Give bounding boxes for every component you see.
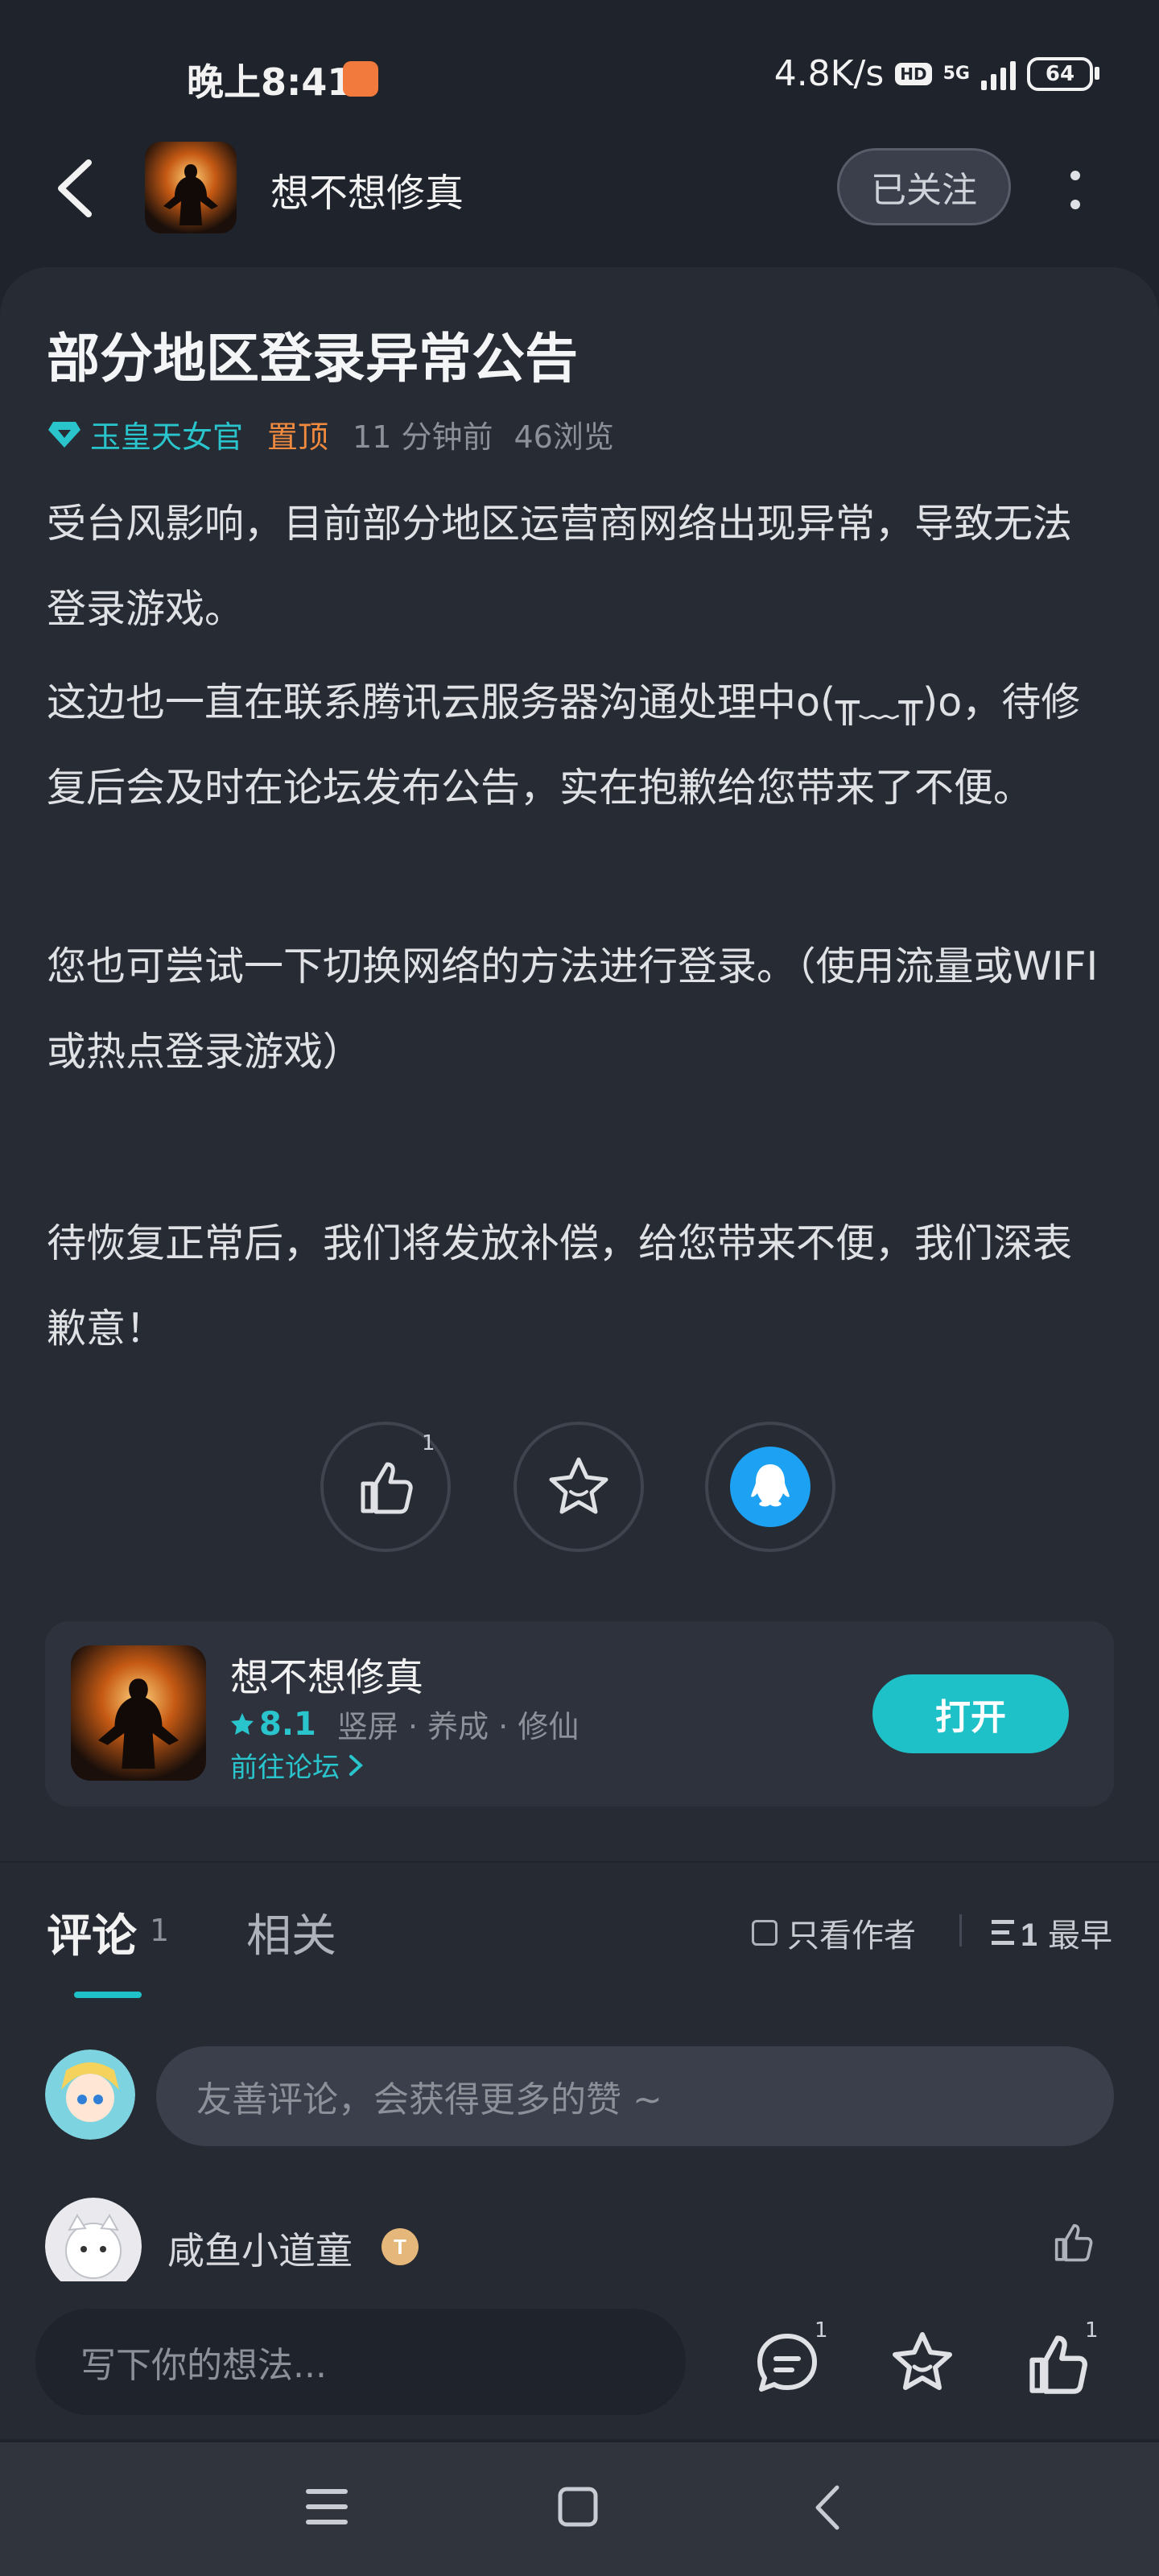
game-tags: 竖屏 · 养成 · 修仙 [336, 1709, 580, 1744]
author-only-label: 只看作者 [787, 1918, 916, 1955]
svg-text:T: T [394, 2235, 406, 2259]
bottom-like-count: 1 [1085, 2318, 1099, 2343]
rating-star-icon [231, 1712, 254, 1735]
notification-icon [343, 61, 378, 97]
tab-comments[interactable]: 评论 [47, 1900, 137, 1965]
level-badge-icon: T [382, 2228, 419, 2265]
sort-toggle[interactable]: 1 最早 [992, 1909, 1112, 1956]
game-card-icon[interactable] [71, 1645, 206, 1781]
article-paragraph-4: 待恢复正常后，我们将发放补偿，给您带来不便，我们深表歉意！ [47, 1220, 1073, 1352]
sort-label: 最早 [1048, 1918, 1112, 1955]
home-icon[interactable] [554, 2483, 602, 2531]
author-only-toggle[interactable]: 只看作者 [752, 1909, 916, 1956]
battery-level: 64 [1045, 61, 1075, 86]
tab-related[interactable]: 相关 [246, 1900, 336, 1965]
divider [959, 1914, 962, 1946]
article-paragraph-2: 这边也一直在联系腾讯云服务器沟通处理中o(╥﹏╥)o，待修复后会及时在论坛发布公… [47, 679, 1081, 811]
hd-icon: HD [895, 62, 932, 85]
status-indicators: 4.8K/s HD 5G 64 [773, 53, 1099, 94]
forum-link-label: 前往论坛 [230, 1752, 340, 1784]
network-type: 5G [942, 64, 970, 84]
qq-icon [730, 1447, 810, 1527]
article-meta: 玉皇天女官 置顶 11 分钟前 46浏览 [47, 412, 635, 456]
bottom-comment-count: 1 [815, 2318, 828, 2343]
net-speed: 4.8K/s [773, 53, 885, 94]
comment-input[interactable]: 友善评论，会获得更多的赞 ~ [156, 2046, 1114, 2146]
tab-comments-count: 1 [150, 1913, 170, 1948]
write-thought-input[interactable]: 写下你的想法... [35, 2309, 686, 2415]
menu-icon[interactable] [303, 2484, 351, 2529]
svg-text:1: 1 [1021, 1918, 1037, 1949]
post-time: 11 分钟前 [353, 419, 493, 455]
author-name[interactable]: 玉皇天女官 [90, 412, 243, 456]
game-avatar[interactable] [145, 142, 237, 233]
commenter-name[interactable]: 咸鱼小道童 [167, 2222, 353, 2275]
header-title: 想不想修真 [270, 171, 464, 216]
comment-bubble-icon[interactable] [753, 2330, 821, 2397]
thumbs-up-icon [361, 1462, 413, 1514]
follow-button[interactable]: 已关注 [837, 148, 1011, 225]
commenter-avatar[interactable] [45, 2198, 142, 2294]
bottom-thumbs-up-icon[interactable] [1024, 2330, 1091, 2397]
more-options-icon[interactable] [1061, 167, 1090, 213]
article-paragraph-1: 受台风影响，目前部分地区运营商网络出现异常，导致无法登录游戏。 [47, 501, 1073, 632]
bottom-star-icon[interactable] [889, 2330, 956, 2397]
star-icon [549, 1457, 608, 1514]
article-paragraph-3: 您也可尝试一下切换网络的方法进行登录。（使用流量或WIFI或热点登录游戏） [47, 943, 1099, 1075]
game-rating: 8.1 [259, 1705, 316, 1743]
current-user-avatar[interactable] [45, 2050, 135, 2140]
signal-icon [981, 58, 1016, 90]
article-title: 部分地区登录异常公告 [47, 328, 578, 390]
battery-icon: 64 [1027, 56, 1099, 91]
status-time: 晚上8:41 [187, 60, 353, 104]
favorite-button[interactable] [514, 1422, 644, 1552]
tab-indicator [74, 1992, 142, 1998]
chevron-right-icon [349, 1754, 363, 1776]
pinned-tag: 置顶 [267, 419, 329, 455]
game-name: 想不想修真 [230, 1655, 424, 1700]
game-rating-row: 8.1 竖屏 · 养成 · 修仙 [230, 1702, 579, 1746]
forum-link[interactable]: 前往论坛 [230, 1745, 365, 1785]
comment-like-icon[interactable] [1050, 2219, 1096, 2265]
like-count: 1 [422, 1431, 435, 1455]
share-qq-button[interactable] [705, 1422, 835, 1552]
sort-icon: 1 [992, 1918, 1037, 1949]
back-arrow-icon[interactable] [53, 158, 98, 219]
diamond-icon [48, 421, 80, 448]
checkbox-icon[interactable] [752, 1920, 777, 1946]
view-count: 46浏览 [514, 419, 614, 455]
nav-back-icon[interactable] [810, 2483, 845, 2533]
open-game-button[interactable]: 打开 [872, 1674, 1069, 1753]
